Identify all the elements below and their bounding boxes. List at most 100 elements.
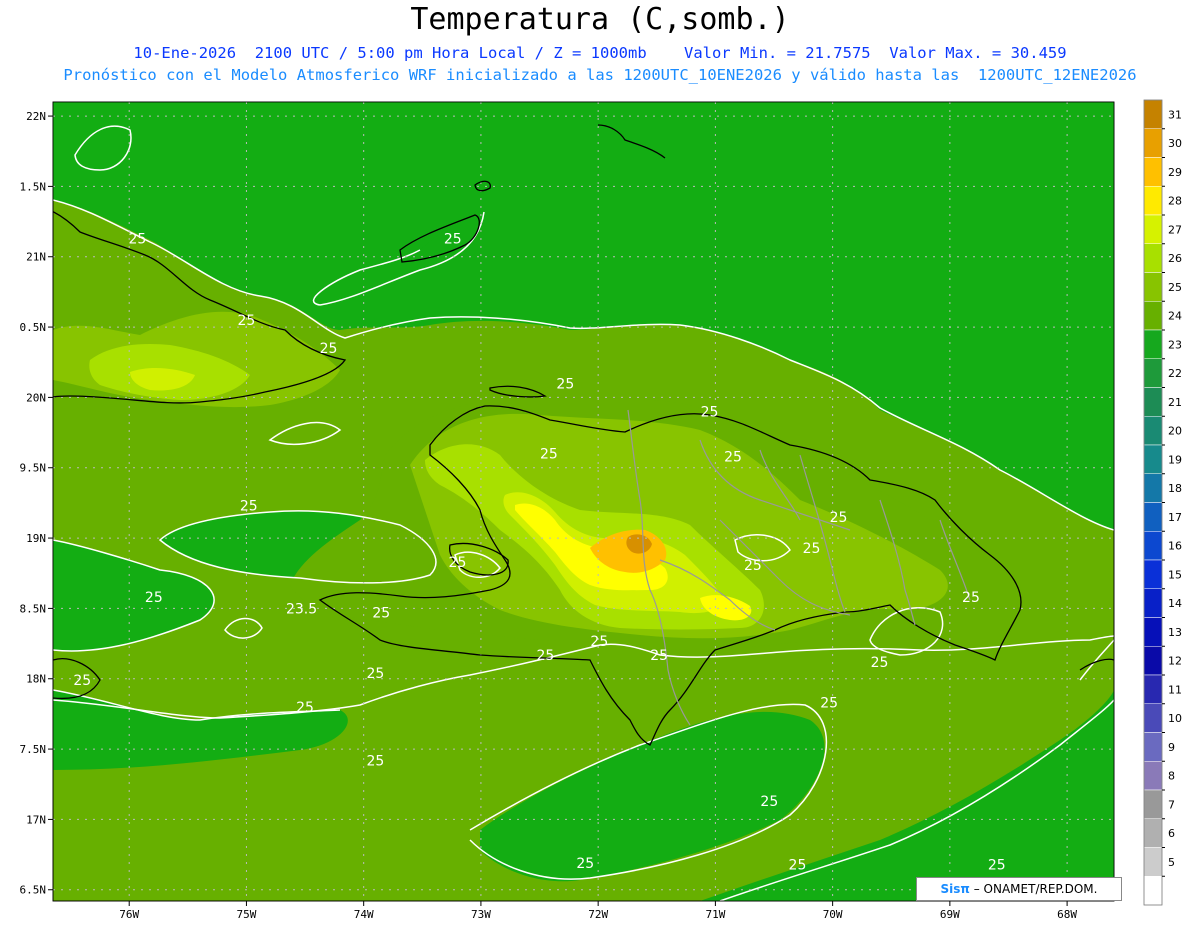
contour-label: 25 xyxy=(145,590,163,606)
credit-text: – ONAMET/REP.DOM. xyxy=(969,882,1098,896)
legend-swatch xyxy=(1143,502,1163,532)
legend-label: 15 xyxy=(1168,568,1182,581)
legend-label: 8 xyxy=(1168,770,1175,783)
lat-tick-label: 17N xyxy=(26,813,46,826)
contour-label: 25 xyxy=(240,499,258,515)
lat-tick-label: 7.5N xyxy=(20,743,47,756)
contour-label: 25 xyxy=(444,231,462,247)
contour-label: 25 xyxy=(789,857,807,873)
lat-tick-label: 18N xyxy=(26,673,46,686)
legend-label: 22 xyxy=(1168,367,1182,380)
contour-label: 25 xyxy=(760,794,778,810)
lon-tick-label: 75W xyxy=(237,908,257,921)
color-legend: 31 30 29 28 27 26 25 24 23 22 21 20 19 18 17 16 15 14 13 12… xyxy=(1143,99,1182,906)
lat-tick-label: 8.5N xyxy=(20,602,47,615)
legend-swatch xyxy=(1143,732,1163,762)
legend-label: 27 xyxy=(1168,223,1182,236)
contour-label: 25 xyxy=(128,231,146,247)
legend-swatch xyxy=(1143,617,1163,647)
legend-label: 31 xyxy=(1168,108,1182,121)
legend-swatch xyxy=(1143,674,1163,704)
contour-label: 25 xyxy=(449,555,467,571)
contour-label: 25 xyxy=(871,655,889,671)
lon-tick-label: 71W xyxy=(705,908,725,921)
lon-tick-label: 72W xyxy=(588,908,608,921)
contour-label: 25 xyxy=(962,590,980,606)
temperature-map: 22N 1.5N 21N 0.5N 20N 9.5N 19N 8.5N 18N 7.5N 17N 6.… xyxy=(20,99,1182,921)
legend-label: 13 xyxy=(1168,626,1182,639)
contour-label: 25 xyxy=(576,856,594,872)
contour-label: 25 xyxy=(296,700,314,716)
legend-swatch xyxy=(1143,818,1163,848)
legend-swatch xyxy=(1143,473,1163,503)
legend-label: 14 xyxy=(1168,597,1182,610)
legend-label: 7 xyxy=(1168,798,1175,811)
legend-swatch xyxy=(1143,387,1163,417)
contour-label: 25 xyxy=(320,341,338,357)
legend-label: 17 xyxy=(1168,511,1182,524)
legend-swatch xyxy=(1143,588,1163,618)
contour-label: 25 xyxy=(73,673,91,689)
legend-label: 28 xyxy=(1168,195,1182,208)
legend-swatch xyxy=(1143,531,1163,561)
contour-label: 25 xyxy=(988,857,1006,873)
lon-tick-label: 69W xyxy=(940,908,960,921)
lon-tick-label: 73W xyxy=(471,908,491,921)
legend-swatch xyxy=(1143,301,1163,331)
legend-swatch xyxy=(1143,416,1163,446)
contour-label: 25 xyxy=(820,696,838,712)
legend-label: 24 xyxy=(1168,310,1182,323)
credit-brand: Sisπ xyxy=(940,882,970,896)
contour-label: 25 xyxy=(536,648,554,664)
legend-swatch xyxy=(1143,157,1163,187)
contour-label: 25 xyxy=(590,634,608,650)
contour-label: 25 xyxy=(540,447,558,463)
contour-label: 25 xyxy=(701,404,719,420)
lat-tick-label: 19N xyxy=(26,532,46,545)
lat-tick-label: 0.5N xyxy=(20,321,47,334)
contour-label: 25 xyxy=(366,753,384,769)
legend-label: 18 xyxy=(1168,482,1182,495)
legend-label: 25 xyxy=(1168,281,1182,294)
legend-swatch xyxy=(1143,272,1163,302)
lat-tick-label: 9.5N xyxy=(20,462,47,475)
legend-swatch xyxy=(1143,646,1163,676)
legend-swatch xyxy=(1143,214,1163,244)
legend-label: 9 xyxy=(1168,741,1175,754)
lat-tick-label: 21N xyxy=(26,251,46,264)
lon-tick-label: 76W xyxy=(119,908,139,921)
legend-label: 6 xyxy=(1168,827,1175,840)
contour-label: 25 xyxy=(650,648,668,664)
legend-label: 5 xyxy=(1168,856,1175,869)
lat-tick-label: 22N xyxy=(26,110,46,123)
legend-swatch xyxy=(1143,444,1163,474)
legend-swatch xyxy=(1143,789,1163,819)
legend-label: 29 xyxy=(1168,166,1182,179)
legend-swatch xyxy=(1143,847,1163,877)
contour-label: 25 xyxy=(803,541,821,557)
legend-label: 30 xyxy=(1168,137,1182,150)
legend-label: 20 xyxy=(1168,425,1182,438)
legend-swatch xyxy=(1143,329,1163,359)
contour-label: 25 xyxy=(744,558,762,574)
lon-tick-label: 68W xyxy=(1057,908,1077,921)
contour-label: 25 xyxy=(724,449,742,465)
legend-label: 26 xyxy=(1168,252,1182,265)
credit-box: Sisπ – ONAMET/REP.DOM. xyxy=(916,877,1122,901)
lon-tick-label: 74W xyxy=(354,908,374,921)
legend-label: 19 xyxy=(1168,453,1182,466)
legend-swatch xyxy=(1143,876,1163,906)
contour-label: 25 xyxy=(372,606,390,622)
legend-swatch xyxy=(1143,243,1163,273)
legend-label: 12 xyxy=(1168,655,1182,668)
legend-swatch xyxy=(1143,99,1163,129)
contour-label: 25 xyxy=(238,313,256,329)
contour-label: 25 xyxy=(556,376,574,392)
contour-label: 23.5 xyxy=(286,601,317,617)
legend-swatch xyxy=(1143,559,1163,589)
legend-label: 10 xyxy=(1168,712,1182,725)
contour-label: 25 xyxy=(830,510,848,526)
legend-label: 11 xyxy=(1168,683,1182,696)
lat-tick-label: 1.5N xyxy=(20,180,47,193)
legend-swatch xyxy=(1143,186,1163,216)
